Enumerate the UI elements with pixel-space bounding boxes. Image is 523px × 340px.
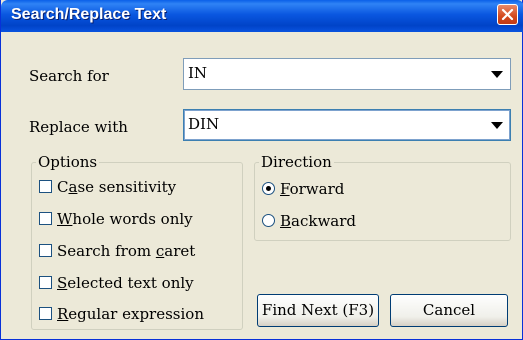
- checkbox-label: Search from caret: [57, 242, 196, 260]
- options-group: Options Case sensitivity Whole words onl…: [31, 153, 243, 330]
- find-next-button[interactable]: Find Next (F3): [257, 294, 379, 327]
- checkbox-box[interactable]: [39, 244, 52, 257]
- checkbox-label: Selected text only: [57, 274, 194, 292]
- search-for-label: Search for: [29, 67, 109, 85]
- radio-button[interactable]: [262, 182, 275, 195]
- cancel-button[interactable]: Cancel: [390, 294, 508, 327]
- close-icon: [501, 8, 514, 21]
- search-dropdown-arrow-icon[interactable]: [491, 71, 503, 78]
- search-replace-dialog: Search/Replace Text Search for IN Replac…: [0, 0, 523, 340]
- replace-dropdown-arrow-icon[interactable]: [491, 122, 503, 129]
- search-for-value: IN: [188, 64, 208, 82]
- checkbox-label: Regular expression: [57, 305, 204, 323]
- replace-with-combobox[interactable]: DIN: [183, 109, 511, 141]
- direction-group: Direction Forward Backward: [254, 153, 511, 241]
- checkbox-label: Whole words only: [57, 210, 193, 228]
- radio-label: Forward: [280, 180, 345, 198]
- title-bar[interactable]: Search/Replace Text: [1, 0, 523, 32]
- checkbox-box[interactable]: [39, 180, 52, 193]
- direction-group-title: Direction: [259, 153, 334, 171]
- replace-with-label: Replace with: [29, 118, 128, 136]
- checkbox-box[interactable]: [39, 212, 52, 225]
- checkbox-box[interactable]: [39, 307, 52, 320]
- window-title: Search/Replace Text: [11, 6, 167, 23]
- radio-button[interactable]: [262, 214, 275, 227]
- checkbox-label: Case sensitivity: [57, 178, 177, 196]
- checkbox-box[interactable]: [39, 276, 52, 289]
- search-for-combobox[interactable]: IN: [183, 58, 511, 90]
- options-group-title: Options: [36, 153, 100, 171]
- close-button[interactable]: [497, 4, 518, 25]
- radio-label: Backward: [280, 212, 357, 230]
- replace-with-value: DIN: [188, 115, 220, 133]
- dialog-body: Search for IN Replace with DIN Options C…: [1, 32, 522, 339]
